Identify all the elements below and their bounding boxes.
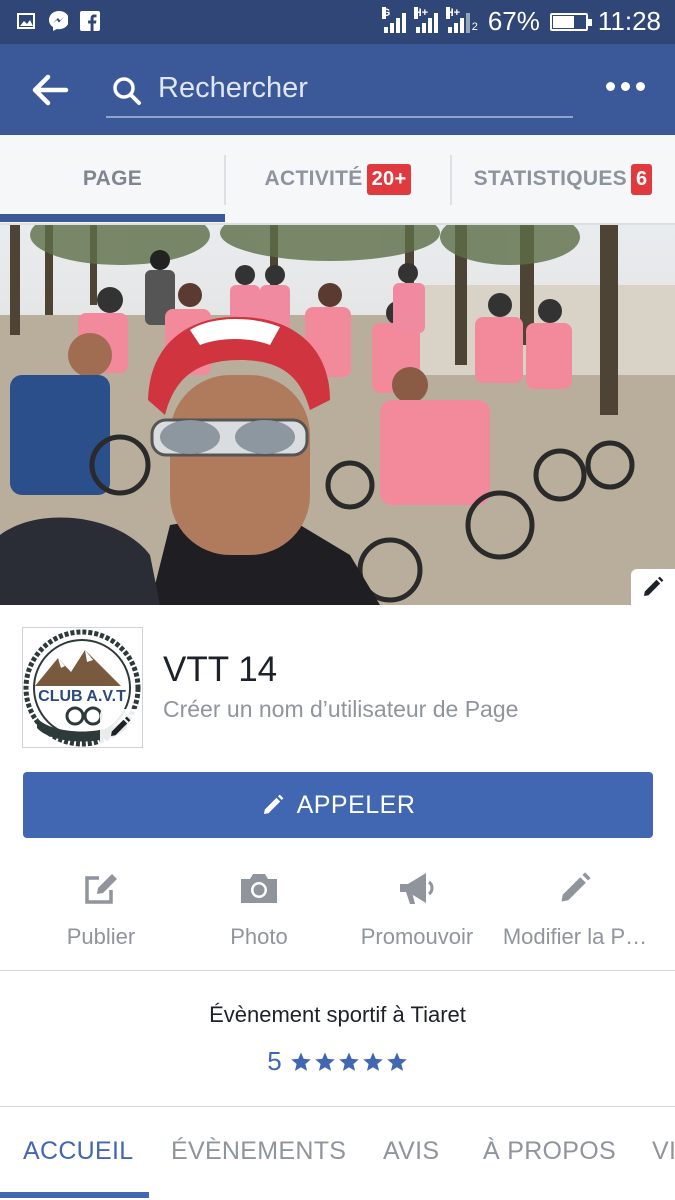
active-section-indicator xyxy=(0,1192,149,1198)
messenger-notification-icon xyxy=(48,11,68,31)
tab-events[interactable]: ÉVÈNEMENTS xyxy=(171,1137,346,1166)
status-bar: G H+ H+ 2 67% 11:28 xyxy=(0,0,675,44)
tab-videos[interactable]: VI xyxy=(652,1137,675,1166)
pencil-icon xyxy=(491,862,659,914)
megaphone-icon xyxy=(333,862,501,914)
page-section-tabs: ACCUEIL ÉVÈNEMENTS AVIS À PROPOS VI xyxy=(0,1106,675,1200)
page-profile-picture[interactable]: CLUB A.V.T xyxy=(22,627,143,748)
call-button-label: APPELER xyxy=(296,790,416,819)
publish-action[interactable]: Publier xyxy=(17,862,185,950)
edit-cover-icon[interactable] xyxy=(631,569,675,605)
create-username-link[interactable]: Créer un nom d’utilisateur de Page xyxy=(163,696,518,723)
clock: 11:28 xyxy=(597,6,661,36)
tab-activity[interactable]: ACTIVITÉ 20+ xyxy=(225,135,451,223)
tab-home[interactable]: ACCUEIL xyxy=(23,1137,133,1166)
cover-photo[interactable] xyxy=(0,225,675,605)
star-icon xyxy=(290,1051,311,1071)
edit-page-action[interactable]: Modifier la P… xyxy=(491,862,659,950)
search-underline xyxy=(106,116,573,118)
search-input[interactable]: Rechercher xyxy=(158,72,308,105)
rating-stars xyxy=(290,1051,408,1073)
back-arrow-icon[interactable] xyxy=(30,70,70,110)
statistics-badge: 6 xyxy=(630,163,653,195)
photo-action[interactable]: Photo xyxy=(175,862,343,950)
promote-action[interactable]: Promouvoir xyxy=(333,862,501,950)
logo-text: CLUB A.V.T xyxy=(38,688,126,705)
battery-icon xyxy=(549,12,592,31)
page-actions: Publier Photo Promouvoir Modifier la P… xyxy=(0,862,675,962)
page-tabs: PAGE ACTIVITÉ 20+ STATISTIQUES 6 xyxy=(0,135,675,225)
signal-1-icon: G xyxy=(381,6,406,33)
page-title: VTT 14 xyxy=(163,650,278,689)
signal-2-icon: H+ xyxy=(413,6,438,33)
tab-statistics[interactable]: STATISTIQUES 6 xyxy=(451,135,675,223)
page-category: Évènement sportif à Tiaret xyxy=(209,1002,466,1027)
tab-reviews[interactable]: AVIS xyxy=(383,1137,439,1166)
edit-profile-picture-icon[interactable] xyxy=(100,709,140,745)
active-tab-indicator xyxy=(0,214,225,222)
activity-badge: 20+ xyxy=(366,163,412,195)
tab-about[interactable]: À PROPOS xyxy=(483,1137,616,1166)
star-icon xyxy=(386,1051,407,1071)
page-rating[interactable]: 5 xyxy=(0,1046,675,1077)
compose-icon xyxy=(17,862,185,914)
app-bar: Rechercher xyxy=(0,44,675,135)
gallery-notification-icon xyxy=(16,11,36,31)
search-icon xyxy=(112,76,142,106)
rating-value: 5 xyxy=(267,1046,282,1076)
star-icon xyxy=(314,1051,335,1071)
facebook-notification-icon xyxy=(80,11,100,31)
pencil-icon xyxy=(263,794,283,814)
signal-3-icon: H+ 2 xyxy=(445,6,478,33)
battery-percent: 67% xyxy=(487,6,540,36)
star-icon xyxy=(362,1051,383,1071)
tab-page[interactable]: PAGE xyxy=(0,135,225,223)
star-icon xyxy=(338,1051,359,1071)
more-options-icon[interactable] xyxy=(606,82,645,91)
camera-icon xyxy=(175,862,343,914)
call-button[interactable]: APPELER xyxy=(23,772,653,838)
section-divider xyxy=(0,970,675,971)
